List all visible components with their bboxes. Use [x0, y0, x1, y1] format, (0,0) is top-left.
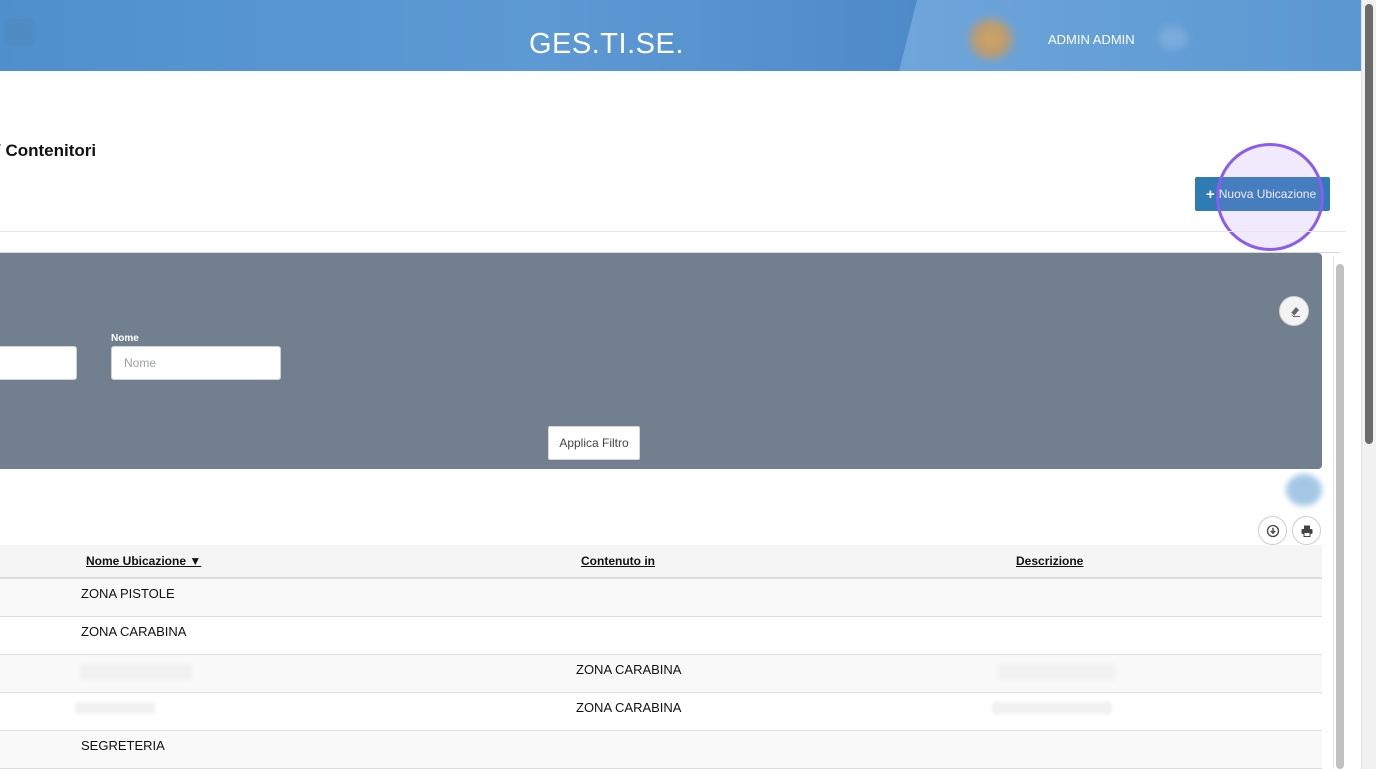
download-button[interactable] — [1258, 516, 1287, 545]
table-row[interactable]: SEGRETERIA — [0, 731, 1322, 769]
filter-field-truncated[interactable] — [0, 346, 77, 380]
print-button[interactable] — [1292, 516, 1321, 545]
column-header-contained-in[interactable]: Contenuto in — [581, 554, 655, 568]
page-scrollbar-thumb[interactable] — [1365, 4, 1373, 444]
cell-location-name: ZONA PISTOLE — [81, 586, 175, 601]
app-title: GES.TI.SE. — [529, 28, 684, 60]
page-scrollbar[interactable] — [1361, 0, 1376, 769]
page-title: / Contenitori — [0, 141, 97, 160]
title-divider — [0, 231, 1346, 232]
redacted-text — [998, 664, 1116, 680]
redacted-text — [75, 702, 155, 714]
page: GES.TI.SE. ADMIN ADMIN / Contenitori + N… — [0, 0, 1376, 769]
user-name[interactable]: ADMIN ADMIN — [1048, 32, 1135, 47]
cell-contained-in: ZONA CARABINA — [576, 700, 682, 715]
table-row[interactable]: ZONA CARABINA — [0, 693, 1322, 731]
table-scrollbar-thumb[interactable] — [1336, 264, 1344, 769]
cell-contained-in: ZONA CARABINA — [576, 662, 682, 677]
redacted-text — [80, 664, 192, 680]
locations-table: Nome Ubicazione ▼ Contenuto in Descrizio… — [0, 545, 1322, 769]
apply-filter-button[interactable]: Applica Filtro — [548, 426, 640, 460]
floating-action-button[interactable] — [1286, 474, 1322, 506]
cell-location-name: ZONA CARABINA — [81, 624, 187, 639]
top-header: GES.TI.SE. ADMIN ADMIN — [0, 0, 1361, 71]
table-row[interactable]: ZONA CARABINA — [0, 617, 1322, 655]
click-highlight-ring — [1216, 143, 1324, 251]
cell-location-name: SEGRETERIA — [81, 738, 165, 753]
clear-filter-button[interactable] — [1279, 296, 1309, 326]
column-header-location-name[interactable]: Nome Ubicazione ▼ — [86, 554, 201, 568]
menu-icon[interactable] — [4, 18, 34, 46]
table-header: Nome Ubicazione ▼ Contenuto in Descrizio… — [0, 545, 1322, 579]
plus-icon: + — [1206, 185, 1215, 203]
name-filter-label: Nome — [111, 333, 139, 344]
download-icon — [1266, 524, 1279, 537]
column-header-description[interactable]: Descrizione — [1016, 554, 1083, 568]
redacted-text — [992, 702, 1112, 714]
filter-panel: Nome Applica Filtro — [0, 253, 1322, 469]
table-scrollbar[interactable] — [1333, 256, 1346, 769]
avatar[interactable] — [968, 18, 1014, 60]
table-row[interactable]: ZONA CARABINA — [0, 655, 1322, 693]
table-row[interactable]: ZONA PISTOLE — [0, 579, 1322, 617]
user-menu-icon[interactable] — [1158, 26, 1188, 50]
print-icon — [1301, 525, 1312, 537]
name-filter-input[interactable] — [111, 346, 281, 380]
eraser-icon — [1290, 307, 1300, 317]
